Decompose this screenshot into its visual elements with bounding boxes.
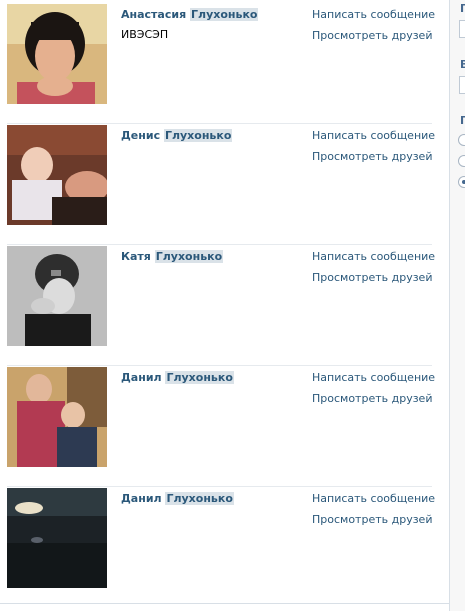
list-item: Данил Глухонько Написать сообщение Просм… [7,367,435,487]
row-divider [7,486,432,487]
list-item: Денис Глухонько Написать сообщение Просм… [7,125,435,245]
first-name: Денис [121,129,161,142]
write-message-link[interactable]: Написать сообщение [312,8,435,21]
avatar[interactable] [7,246,107,346]
filter-input[interactable] [459,20,465,38]
write-message-link[interactable]: Написать сообщение [312,129,435,142]
avatar[interactable] [7,125,107,225]
person-subtitle: ИВЭСЭП [121,28,169,41]
write-message-link[interactable]: Написать сообщение [312,492,435,505]
write-message-link[interactable]: Написать сообщение [312,250,435,263]
list-item: Катя Глухонько Написать сообщение Просмо… [7,246,435,366]
last-name-highlight: Глухонько [154,250,224,263]
view-friends-link[interactable]: Просмотреть друзей [312,29,432,42]
first-name: Данил [121,492,162,505]
row-divider [7,244,432,245]
first-name: Данил [121,371,162,384]
filter-label: П [460,114,465,127]
person-name[interactable]: Денис Глухонько [121,129,233,142]
filter-radio-selected[interactable] [458,176,465,188]
person-name[interactable]: Данил Глухонько [121,492,234,505]
person-name[interactable]: Катя Глухонько [121,250,224,263]
filter-input[interactable] [459,76,465,94]
last-name-highlight: Глухонько [163,129,233,142]
filter-label: В [460,58,465,71]
view-friends-link[interactable]: Просмотреть друзей [312,150,432,163]
list-item: Анастасия Глухонько ИВЭСЭП Написать сооб… [7,4,435,124]
person-name[interactable]: Анастасия Глухонько [121,8,259,21]
search-results-list: Анастасия Глухонько ИВЭСЭП Написать сооб… [0,0,449,611]
last-name-highlight: Глухонько [165,371,234,384]
avatar[interactable] [7,367,107,467]
write-message-link[interactable]: Написать сообщение [312,371,435,384]
last-name-highlight: Глухонько [190,8,259,21]
view-friends-link[interactable]: Просмотреть друзей [312,513,432,526]
filter-sidebar: Г В П [450,0,465,611]
view-friends-link[interactable]: Просмотреть друзей [312,271,432,284]
last-name-highlight: Глухонько [165,492,234,505]
list-item: Данил Глухонько Написать сообщение Просм… [7,488,435,608]
avatar[interactable] [7,4,107,104]
results-bottom-border [0,603,449,604]
first-name: Анастасия [121,8,187,21]
filter-label: Г [460,2,465,15]
avatar[interactable] [7,488,107,588]
person-name[interactable]: Данил Глухонько [121,371,234,384]
view-friends-link[interactable]: Просмотреть друзей [312,392,432,405]
row-divider [7,365,432,366]
first-name: Катя [121,250,151,263]
filter-radio[interactable] [458,134,465,146]
filter-radio[interactable] [458,155,465,167]
row-divider [7,123,432,124]
